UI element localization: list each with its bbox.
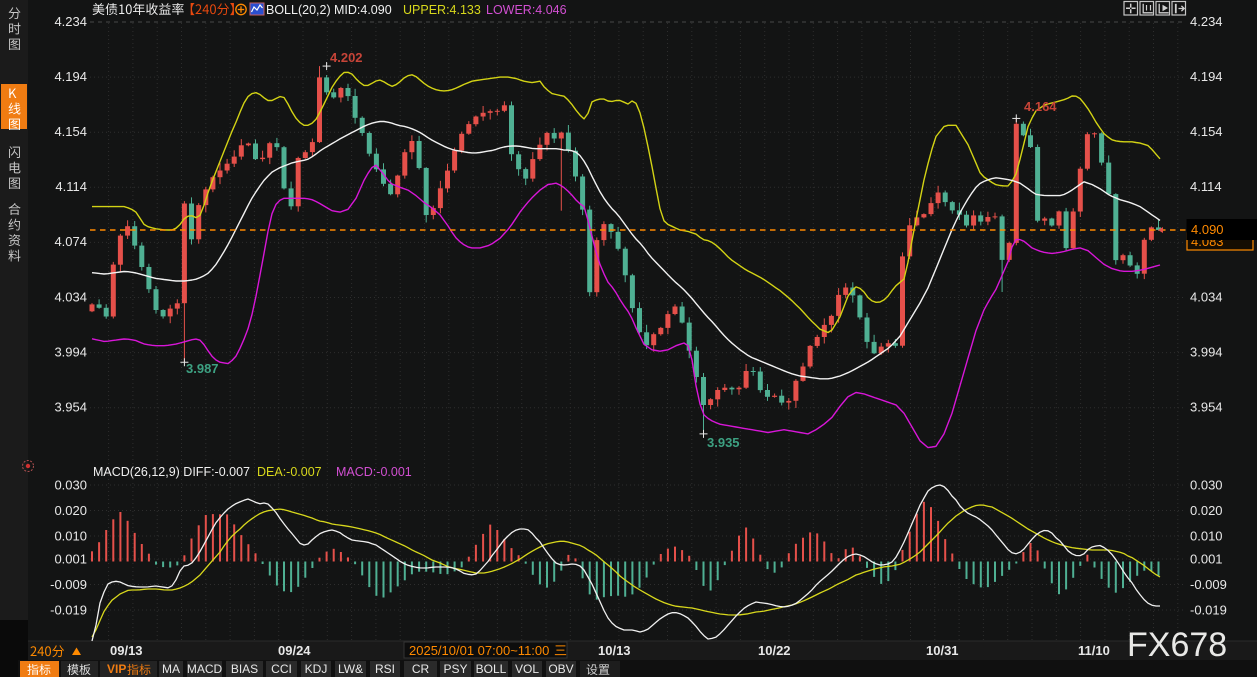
svg-text:3.987: 3.987	[186, 361, 219, 376]
svg-text:0.020: 0.020	[54, 503, 87, 518]
svg-text:4.202: 4.202	[330, 50, 363, 65]
svg-text:0.010: 0.010	[54, 529, 87, 544]
svg-text:0.030: 0.030	[54, 478, 87, 493]
svg-text:LOWER:4.046: LOWER:4.046	[486, 3, 567, 17]
svg-text:4.234: 4.234	[1190, 14, 1223, 29]
svg-text:4.034: 4.034	[1190, 289, 1223, 304]
svg-text:4.074: 4.074	[54, 234, 87, 249]
svg-text:VOL: VOL	[515, 662, 539, 676]
svg-text:3.954: 3.954	[54, 400, 87, 415]
svg-text:BOLL: BOLL	[476, 662, 507, 676]
svg-text:FX678: FX678	[1127, 626, 1227, 664]
svg-text:4.114: 4.114	[1190, 179, 1222, 194]
svg-text:OBV: OBV	[548, 662, 573, 676]
svg-text:11/10: 11/10	[1078, 643, 1110, 658]
svg-text:MA: MA	[162, 662, 180, 676]
svg-text:09/13: 09/13	[110, 643, 143, 658]
svg-text:MID:4.090: MID:4.090	[334, 3, 392, 17]
svg-text:2025/10/01 07:00~11:00: 2025/10/01 07:00~11:00	[409, 643, 549, 658]
svg-text:LW&: LW&	[338, 662, 363, 676]
svg-text:3.935: 3.935	[707, 435, 740, 450]
svg-text:4.090: 4.090	[1191, 222, 1224, 237]
svg-text:4.234: 4.234	[54, 14, 87, 29]
svg-text:10/31: 10/31	[926, 643, 959, 658]
svg-text:4.114: 4.114	[55, 179, 87, 194]
svg-text:BIAS: BIAS	[231, 662, 258, 676]
svg-text:CCI: CCI	[271, 662, 292, 676]
svg-text:4.034: 4.034	[54, 289, 87, 304]
svg-text:10/13: 10/13	[598, 643, 631, 658]
svg-text:4.194: 4.194	[54, 69, 87, 84]
svg-text:UPPER:4.133: UPPER:4.133	[403, 3, 481, 17]
svg-text:0.010: 0.010	[1190, 529, 1223, 544]
svg-text:10/22: 10/22	[758, 643, 791, 658]
svg-text:3.994: 3.994	[1190, 344, 1223, 359]
svg-text:-0.009: -0.009	[1190, 577, 1227, 592]
svg-text:DEA:-0.007: DEA:-0.007	[257, 465, 322, 479]
svg-text:4.194: 4.194	[1190, 69, 1223, 84]
svg-text:4.154: 4.154	[1190, 124, 1223, 139]
svg-text:-0.019: -0.019	[50, 602, 87, 617]
svg-text:4.164: 4.164	[1024, 99, 1057, 114]
svg-text:VIP: VIP	[107, 662, 126, 676]
svg-text:MACD(26,12,9) DIFF:-0.007: MACD(26,12,9) DIFF:-0.007	[93, 465, 250, 479]
svg-text:CR: CR	[412, 662, 430, 676]
svg-text:3.954: 3.954	[1190, 400, 1223, 415]
svg-text:MACD: MACD	[187, 662, 223, 676]
svg-text:0.030: 0.030	[1190, 478, 1223, 493]
svg-text:PSY: PSY	[443, 662, 467, 676]
svg-text:3.994: 3.994	[54, 344, 87, 359]
svg-text:0.020: 0.020	[1190, 503, 1223, 518]
svg-text:0.001: 0.001	[54, 551, 87, 566]
svg-text:KDJ: KDJ	[305, 662, 328, 676]
svg-text:-0.019: -0.019	[1190, 602, 1227, 617]
svg-text:09/24: 09/24	[278, 643, 311, 658]
svg-text:0.001: 0.001	[1190, 551, 1223, 566]
svg-text:RSI: RSI	[375, 662, 395, 676]
svg-text:-0.009: -0.009	[50, 577, 87, 592]
svg-text:4.154: 4.154	[54, 124, 87, 139]
svg-text:MACD:-0.001: MACD:-0.001	[336, 465, 412, 479]
svg-text:BOLL(20,2): BOLL(20,2)	[266, 3, 331, 17]
